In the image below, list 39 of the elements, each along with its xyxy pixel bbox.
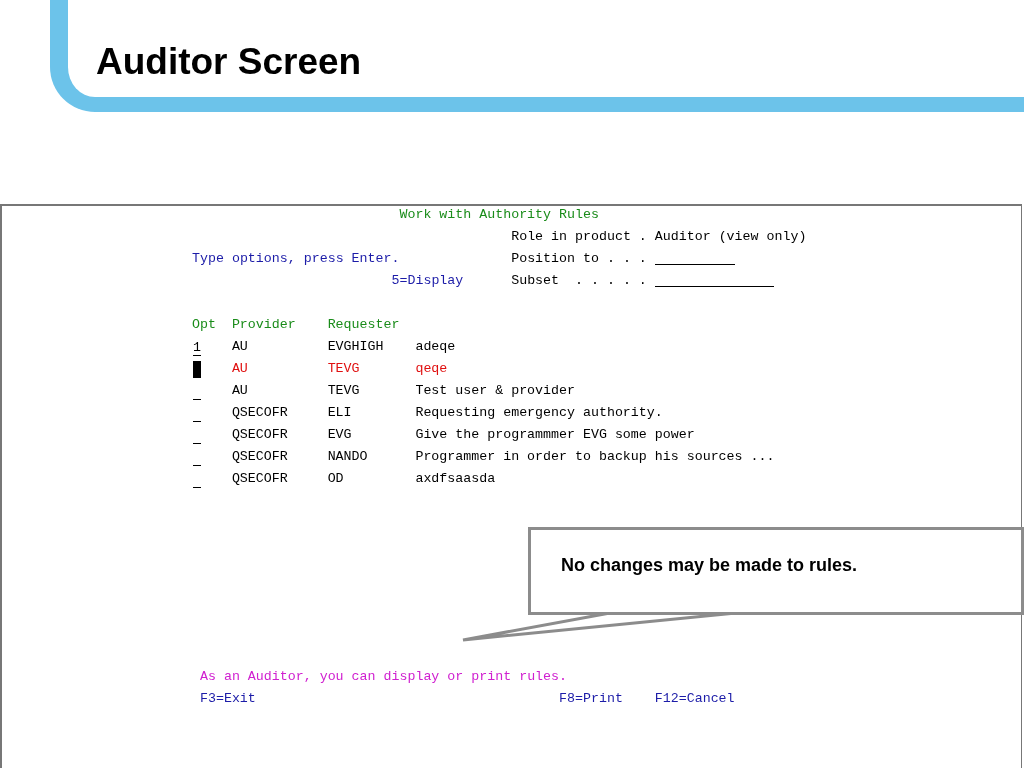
function-key[interactable]: F3=Exit — [199, 691, 256, 706]
field-label: Role in product . — [511, 228, 648, 246]
option-field[interactable] — [193, 361, 201, 378]
screen-title: Work with Authority Rules — [399, 206, 599, 224]
requester-cell-text: ELI — [327, 404, 353, 422]
instruction-text: Type options, press Enter. — [192, 250, 401, 268]
field-value: Auditor (view only) — [654, 228, 807, 246]
provider-cell-text: QSECOFR — [231, 404, 289, 422]
provider-cell-text: AU — [231, 338, 249, 356]
requester-cell-text: OD — [327, 470, 345, 488]
column-header: Opt — [192, 317, 216, 332]
status-message: As an Auditor, you can display or print rules. — [199, 668, 568, 686]
field-label: Position to . . . — [511, 250, 648, 268]
requester-cell-text: NANDO — [327, 448, 369, 466]
column-header: Requester — [327, 317, 400, 332]
slide-title: Auditor Screen — [96, 40, 362, 84]
requester-cell-text: TEVG — [327, 360, 361, 378]
provider-cell-text: AU — [231, 382, 249, 400]
description-cell-text: Give the programmmer EVG some power — [415, 426, 695, 444]
provider-cell-text: QSECOFR — [231, 426, 289, 444]
callout-text: No changes may be made to rules. — [561, 554, 859, 577]
function-key[interactable]: F8=Print — [559, 691, 623, 706]
provider-cell-text: QSECOFR — [231, 448, 289, 466]
requester-cell-text: EVG — [327, 426, 353, 444]
options-legend: 5=Display — [391, 270, 512, 292]
description-cell-text: Programmer in order to backup his sources ... — [415, 448, 775, 466]
description-cell-text: adeqe — [415, 338, 456, 356]
function-key[interactable]: F12=Cancel — [654, 691, 735, 706]
description-cell-text: axdfsaasda — [415, 470, 496, 488]
requester-cell-text: EVGHIGH — [327, 338, 385, 356]
option-field[interactable]: 1 — [193, 339, 201, 356]
requester-cell-text: TEVG — [327, 382, 361, 400]
provider-cell-text: AU — [231, 360, 249, 378]
field-label: Subset . . . . . — [511, 272, 648, 290]
column-header: Provider — [231, 317, 296, 332]
description-cell-text: Test user & provider — [415, 382, 575, 400]
provider-cell-text: QSECOFR — [231, 470, 289, 488]
description-cell-text: qeqe — [415, 360, 448, 378]
description-cell-text: Requesting emergency authority. — [415, 404, 663, 422]
